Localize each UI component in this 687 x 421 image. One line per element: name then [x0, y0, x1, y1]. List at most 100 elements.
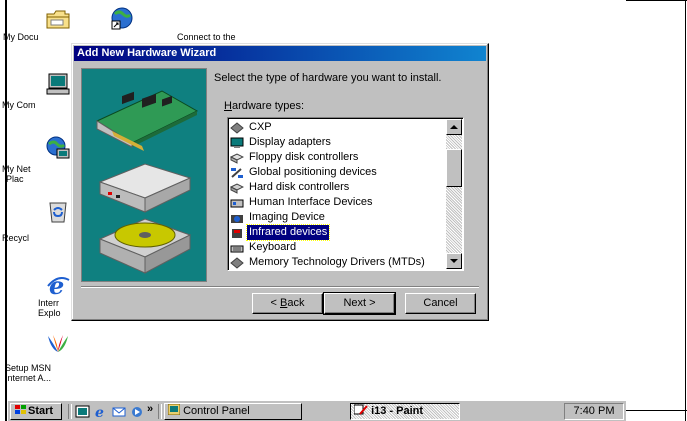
list-item-label: CXP [249, 121, 272, 133]
windows-logo-icon [15, 405, 26, 414]
task-paint-label: i13 - Paint [371, 405, 424, 417]
list-item[interactable]: Human Interface Devices [230, 195, 446, 210]
desktop-icon-connect-internet[interactable] [94, 6, 150, 33]
svg-text:e: e [95, 405, 104, 419]
diamond-icon [230, 256, 244, 269]
desktop-label-msn: Setup MSN Internet A... [5, 363, 51, 383]
scroll-thumb[interactable] [446, 149, 462, 187]
list-item[interactable]: Floppy disk controllers [229, 150, 446, 165]
list-item-label: Keyboard [249, 241, 297, 253]
quicklaunch-overflow[interactable]: » [147, 403, 153, 415]
vertical-scrollbar[interactable] [446, 119, 462, 269]
desktop: My Docu Connect to the My Com My Net Pla… [2, 0, 626, 400]
task-control-panel[interactable]: Control Panel [164, 403, 302, 420]
desktop-label-connect: Connect to the [177, 32, 236, 42]
wizard-illustration [81, 68, 207, 282]
list-item-label: Imaging Device [249, 211, 325, 223]
start-label: Start [28, 405, 54, 417]
arrow-down-icon [450, 259, 458, 263]
wizard-instruction: Select the type of hardware you want to … [214, 72, 442, 84]
list-item-label: Human Interface Devices [249, 196, 373, 208]
satellite-icon [230, 167, 244, 179]
frame-line [5, 0, 7, 421]
camera-icon [230, 212, 244, 224]
list-item-label: Hard disk controllers [249, 181, 350, 193]
list-item[interactable]: CXP [230, 120, 446, 135]
frame-line-right-edge [685, 0, 686, 421]
desktop-icon-msn-setup[interactable] [30, 333, 86, 356]
diamond-icon [230, 121, 244, 134]
arrow-up-icon [450, 125, 458, 129]
keyboard-icon [230, 242, 244, 254]
taskbar-divider [68, 404, 72, 419]
desktop-label-recycle: Recycl [2, 233, 30, 243]
msn-icon [48, 335, 68, 352]
start-button[interactable]: Start [10, 403, 62, 420]
wizard-separator [81, 286, 479, 288]
list-item-label: Floppy disk controllers [249, 151, 359, 163]
list-item-label: Global positioning devices [249, 166, 377, 178]
paint-icon [353, 404, 368, 415]
screen: My Docu Connect to the My Com My Net Pla… [0, 0, 626, 421]
recycle-bin-icon [49, 202, 67, 223]
desktop-icon-my-documents[interactable] [30, 8, 86, 31]
hdd-controller-icon [229, 182, 245, 194]
task-control-panel-label: Control Panel [183, 405, 250, 417]
list-item-label: Memory Technology Drivers (MTDs) [249, 256, 425, 268]
list-item[interactable]: Hard disk controllers [229, 180, 446, 195]
scroll-up-button[interactable] [446, 119, 462, 135]
wizard-title: Add New Hardware Wizard [77, 47, 217, 59]
desktop-label-msn-line1: Setup MSN [5, 363, 52, 373]
frame-line-bottom-right [626, 410, 687, 411]
frame-line-top-right [626, 0, 687, 1]
connect-icon [111, 7, 133, 30]
infrared-icon [230, 227, 244, 239]
next-button[interactable]: Next > [323, 292, 396, 315]
back-button-pre: < [270, 297, 280, 309]
add-hardware-wizard-window[interactable]: Add New Hardware Wizard Select the type … [71, 43, 489, 321]
folder-icon [46, 10, 70, 29]
back-button-rest: ack [287, 297, 305, 309]
ie-icon: e [47, 272, 70, 298]
desktop-label-network-line2: Plac [6, 174, 24, 184]
hid-icon [230, 197, 244, 209]
list-item[interactable]: Imaging Device [230, 210, 446, 225]
desktop-label-ie-line2: Explo [38, 308, 61, 318]
scroll-down-button[interactable] [446, 253, 462, 269]
desktop-label-network: My Net Plac [2, 164, 31, 184]
network-icon [46, 136, 70, 159]
show-desktop-icon[interactable] [75, 404, 91, 419]
computer-icon [46, 73, 70, 95]
desktop-label-my-documents: My Docu [3, 32, 39, 42]
desktop-label-my-computer: My Com [2, 100, 36, 110]
list-item[interactable]: Global positioning devices [230, 165, 446, 180]
taskbar-divider-2 [158, 404, 162, 419]
list-item[interactable]: Display adapters [230, 135, 446, 150]
desktop-label-ie: Interr Explo [38, 298, 61, 318]
list-item-label: Display adapters [249, 136, 331, 148]
floppy-controller-icon [229, 152, 245, 164]
hardware-types-accel: H [224, 100, 232, 112]
list-item[interactable]: Keyboard [230, 240, 446, 255]
ie-quicklaunch-icon[interactable]: e [93, 404, 109, 419]
list-item[interactable]: Infrared devices [230, 224, 446, 241]
outlook-express-icon[interactable] [111, 404, 127, 419]
hardware-types-list[interactable]: CXP Display adapters Floppy disk controlle… [227, 117, 464, 271]
svg-text:e: e [49, 272, 64, 298]
task-paint[interactable]: i13 - Paint [350, 403, 460, 420]
wizard-title-bar[interactable]: Add New Hardware Wizard [74, 46, 486, 61]
list-item[interactable]: Memory Technology Drivers (MTDs) [230, 255, 446, 270]
desktop-label-ie-line1: Interr [38, 298, 60, 308]
back-button[interactable]: < Back [252, 293, 323, 314]
taskbar-clock: 7:40 PM [564, 403, 624, 420]
media-player-icon[interactable] [129, 404, 145, 419]
monitor-icon [230, 137, 244, 149]
hardware-types-label-rest: ardware types: [231, 100, 305, 112]
cancel-button[interactable]: Cancel [405, 293, 476, 314]
list-item-label: Infrared devices [245, 224, 331, 241]
hardware-illustration-icon [95, 90, 199, 274]
hardware-types-label: Hardware types: [224, 100, 304, 112]
desktop-label-network-line1: My Net [2, 164, 31, 174]
desktop-label-msn-line2: Internet A... [5, 373, 52, 383]
control-panel-icon [167, 404, 181, 416]
